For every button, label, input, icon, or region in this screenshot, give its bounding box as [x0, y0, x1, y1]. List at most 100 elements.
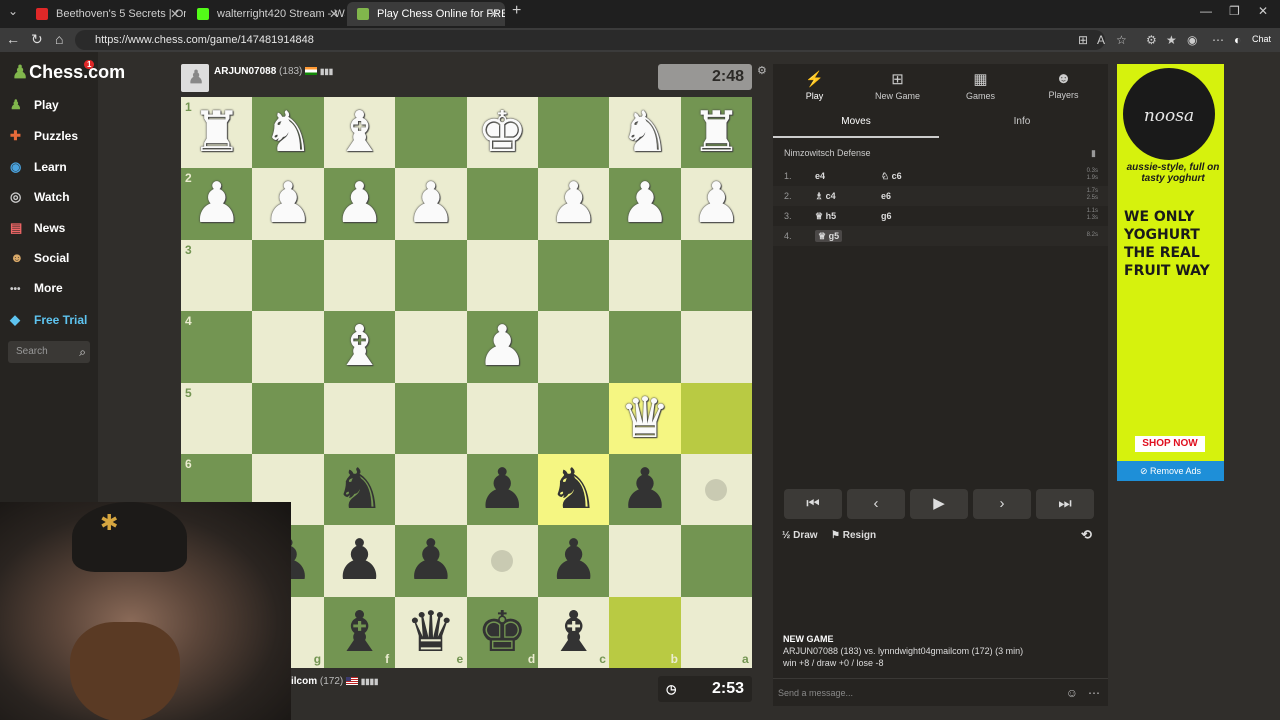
square-d2[interactable] — [466, 168, 538, 240]
square-f3[interactable] — [323, 239, 396, 312]
new-tab-icon[interactable]: + — [512, 2, 521, 20]
black-piece-c8[interactable]: ♝ — [538, 597, 609, 668]
advertisement[interactable]: noosa aussie-style, full on tasty yoghur… — [1117, 64, 1224, 481]
move-white[interactable]: ♗ c4 — [815, 191, 836, 202]
square-g5[interactable] — [252, 382, 324, 454]
white-piece-g2[interactable]: ♟ — [252, 168, 323, 239]
square-e5[interactable] — [395, 382, 467, 454]
refresh-icon[interactable]: ↻ — [31, 31, 43, 48]
tab-games[interactable]: ▦ Games — [939, 70, 1022, 101]
chat-button[interactable]: Chat — [1252, 34, 1271, 44]
sidebar-item-news[interactable]: ▤ News — [10, 220, 65, 240]
square-c4[interactable] — [537, 311, 610, 383]
top-player-name[interactable]: ARJUN07088 — [214, 66, 276, 77]
square-f5[interactable] — [323, 382, 396, 454]
close-tab-icon[interactable]: ✕ — [489, 2, 499, 26]
white-piece-b5[interactable]: ♛ — [609, 383, 680, 454]
black-piece-e7[interactable]: ♟ — [395, 525, 466, 596]
emoji-icon[interactable]: ☺ — [1066, 679, 1078, 707]
minimize-icon[interactable]: — — [1200, 4, 1212, 18]
tab-play[interactable]: ⚡ Play — [773, 70, 856, 101]
move-white[interactable]: ♕ h5 — [815, 211, 836, 222]
favorite-icon[interactable]: ☆ — [1116, 33, 1127, 47]
last-move-button[interactable]: ⏭ — [1036, 489, 1094, 519]
black-piece-d8[interactable]: ♚ — [467, 597, 538, 668]
draw-button[interactable]: ½ Draw — [782, 530, 818, 541]
white-piece-g1[interactable]: ♞ — [252, 97, 323, 168]
square-e1[interactable] — [395, 97, 467, 169]
tab-new-game[interactable]: ⊞ New Game — [856, 70, 939, 101]
copilot-icon[interactable]: ◐ — [1234, 33, 1241, 47]
maximize-icon[interactable]: ❐ — [1229, 4, 1240, 18]
white-piece-d1[interactable]: ♚ — [467, 97, 538, 168]
subtab-moves[interactable]: Moves — [773, 116, 939, 127]
black-piece-d6[interactable]: ♟ — [467, 454, 538, 525]
resign-button[interactable]: ⚑ Resign — [831, 530, 876, 541]
square-d3[interactable] — [466, 239, 538, 312]
square-e3[interactable] — [395, 239, 467, 312]
black-piece-c6[interactable]: ♞ — [538, 454, 609, 525]
move-black[interactable]: g6 — [881, 211, 892, 221]
white-piece-e2[interactable]: ♟ — [395, 168, 466, 239]
square-e4[interactable] — [395, 311, 467, 383]
sidebar-item-learn[interactable]: ◉ Learn — [10, 159, 67, 179]
tab-players[interactable]: ☻ Players — [1022, 70, 1105, 100]
play-button[interactable]: ▶ — [910, 489, 968, 519]
move-white[interactable]: e4 — [815, 171, 825, 181]
settings-gear-icon[interactable]: ⚙ — [757, 64, 767, 77]
white-piece-b1[interactable]: ♞ — [609, 97, 680, 168]
browser-tab[interactable]: walterright420 Stream - Watch Liv ✕ — [187, 2, 345, 26]
square-c3[interactable] — [537, 239, 610, 312]
extensions-icon[interactable]: ⚙ — [1146, 33, 1157, 47]
square-b4[interactable] — [609, 311, 681, 383]
sidebar-item-puzzles[interactable]: ✚ Puzzles — [10, 128, 78, 148]
square-e6[interactable] — [395, 453, 467, 526]
black-piece-e8[interactable]: ♛ — [395, 597, 466, 668]
white-piece-b2[interactable]: ♟ — [609, 168, 680, 239]
sidebar-item-watch[interactable]: ◎ Watch — [10, 189, 70, 209]
square-a3[interactable] — [680, 239, 753, 312]
read-aloud-icon[interactable]: A — [1097, 33, 1105, 47]
black-piece-f8[interactable]: ♝ — [324, 597, 395, 668]
white-piece-a1[interactable]: ♜ — [681, 97, 752, 168]
subtab-info[interactable]: Info — [939, 116, 1105, 127]
white-piece-f4[interactable]: ♝ — [324, 311, 395, 382]
more-options-icon[interactable]: ⋯ — [1088, 679, 1100, 707]
bottom-player-name[interactable]: ilcom — [291, 676, 317, 687]
menu-icon[interactable]: ⋯ — [1212, 33, 1224, 47]
browser-tab-active[interactable]: Play Chess Online for FREE - 2 ✕ — [347, 2, 505, 26]
search-icon[interactable]: ⌕ — [79, 341, 86, 363]
black-piece-f6[interactable]: ♞ — [324, 454, 395, 525]
favorites-icon[interactable]: ★ — [1166, 33, 1177, 47]
previous-move-button[interactable]: ‹ — [847, 489, 905, 519]
white-piece-d4[interactable]: ♟ — [467, 311, 538, 382]
white-piece-h1[interactable]: ♜ — [181, 97, 252, 168]
tab-menu-icon[interactable]: ⌄ — [8, 4, 18, 18]
black-piece-b6[interactable]: ♟ — [609, 454, 680, 525]
sidebar-item-social[interactable]: ☻ Social — [10, 250, 69, 270]
sidebar-item-play[interactable]: ♟ Play — [10, 97, 59, 117]
square-a7[interactable] — [680, 525, 753, 597]
message-input[interactable]: Send a message... ☺ ⋯ — [773, 678, 1108, 706]
move-hint-dot[interactable] — [491, 549, 514, 572]
square-a5[interactable] — [680, 382, 753, 454]
book-icon[interactable]: ▮ — [1091, 148, 1096, 159]
browser-tab[interactable]: Beethoven's 5 Secrets | OneRepub ✕ — [26, 2, 186, 26]
black-piece-f7[interactable]: ♟ — [324, 525, 395, 596]
url-input[interactable]: https://www.chess.com/game/147481914848 — [75, 30, 1105, 50]
square-b7[interactable] — [609, 525, 681, 597]
square-a4[interactable] — [680, 311, 753, 383]
sidebar-item-free-trial[interactable]: ◆ Free Trial — [10, 312, 87, 332]
square-c1[interactable] — [537, 97, 610, 169]
close-window-icon[interactable]: ✕ — [1258, 4, 1268, 18]
white-piece-f1[interactable]: ♝ — [324, 97, 395, 168]
first-move-button[interactable]: ⏮ — [784, 489, 842, 519]
white-piece-a2[interactable]: ♟ — [681, 168, 752, 239]
move-white-current[interactable]: ♕ g5 — [815, 230, 843, 242]
square-g3[interactable] — [252, 239, 324, 312]
back-icon[interactable]: ← — [6, 31, 20, 47]
square-d5[interactable] — [466, 382, 538, 454]
profile-icon[interactable]: ◉ — [1187, 33, 1197, 47]
white-piece-h2[interactable]: ♟ — [181, 168, 252, 239]
square-g4[interactable] — [252, 311, 324, 383]
